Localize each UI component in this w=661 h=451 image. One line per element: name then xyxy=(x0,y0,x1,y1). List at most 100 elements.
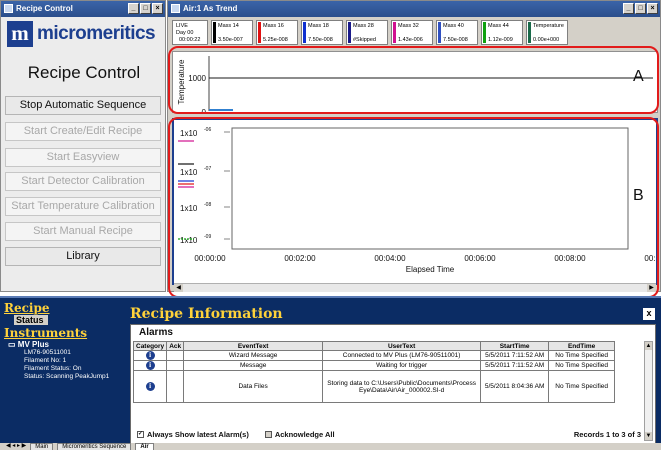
recipe-button-5[interactable]: Start Manual Recipe xyxy=(5,222,161,241)
acknowledge-all-label[interactable]: Acknowledge All xyxy=(275,430,335,439)
legend-swatch xyxy=(348,22,351,43)
info-icon: i xyxy=(145,361,155,370)
recipe-button-4[interactable]: Start Temperature Calibration xyxy=(5,197,161,216)
event-text-cell: Wizard Message xyxy=(183,350,324,361)
tab-main[interactable]: Main xyxy=(30,443,54,450)
column-header[interactable]: StartTime xyxy=(480,341,550,351)
acknowledge-all-checkbox[interactable] xyxy=(264,431,272,438)
nav-status-item[interactable]: Status xyxy=(14,315,48,325)
trend-app-icon xyxy=(171,4,180,13)
close-icon[interactable]: x xyxy=(643,308,655,320)
filament-status: Filament Status: On xyxy=(24,365,82,372)
event-text-cell: Data Files xyxy=(183,370,324,403)
column-header[interactable]: Category xyxy=(132,341,168,351)
recipe-button-6[interactable]: Library xyxy=(5,247,161,266)
instrument-id: LM76-90511001 xyxy=(24,349,71,356)
trend-legend: LIVE Day 00 00:00:22 Mass 14 3.50e-007 Mass 1… xyxy=(172,20,658,47)
legend-value: 7.50e-008 xyxy=(443,36,468,43)
ack-cell xyxy=(166,360,185,371)
tab-micromeritics-sequence[interactable]: Micromeritics Sequence xyxy=(57,443,132,450)
maximize-button[interactable]: □ xyxy=(140,3,151,14)
app-icon xyxy=(4,4,13,13)
instrument-name[interactable]: ▭ MV Plus xyxy=(8,340,126,349)
legend-value: 00:00:22 xyxy=(179,36,201,43)
legend-item-3[interactable]: Mass 18 7.50e-008 xyxy=(301,20,343,45)
legend-swatch xyxy=(438,22,441,43)
recipe-information-panel: Recipe Status Instruments ▭ MV Plus LM76… xyxy=(0,296,661,450)
instrument-name-label: MV Plus xyxy=(17,340,49,349)
column-header[interactable]: Ack xyxy=(166,341,185,351)
sheet-tab-bar: ◀ ◂ ▸ ▶ Main Micromeritics Sequence Air xyxy=(0,443,661,450)
trend-window-title: Air:1 As Trend xyxy=(183,4,238,13)
table-row[interactable]: i Message Waiting for trigger 5/5/2011 7:11… xyxy=(132,360,616,371)
scroll-down-arrow-icon[interactable]: ▼ xyxy=(645,432,652,440)
brand-name: micromeritics xyxy=(37,23,156,44)
legend-value: 7.50e-008 xyxy=(308,36,333,43)
table-row[interactable]: i Wizard Message Connected to MV Plus (LM7… xyxy=(132,350,616,361)
recipe-information-title: Recipe Information xyxy=(130,306,283,322)
callout-label-b: B xyxy=(633,187,644,204)
tab-air[interactable]: Air xyxy=(135,443,154,450)
user-text-cell: Waiting for trigger xyxy=(322,360,482,371)
tab-nav-arrows[interactable]: ◀ ◂ ▸ ▶ xyxy=(6,443,26,450)
alarms-heading: Alarms xyxy=(139,327,173,338)
scroll-up-arrow-icon[interactable]: ▲ xyxy=(645,342,652,350)
legend-label: Mass 44 xyxy=(488,23,509,29)
recipe-button-0[interactable]: Stop Automatic Sequence xyxy=(5,96,161,115)
callout-box-a xyxy=(168,46,659,114)
legend-item-7[interactable]: Mass 44 1.12e-009 xyxy=(481,20,523,45)
scan-status: Status: Scanning PeakJump1 xyxy=(24,373,110,380)
nav-recipe-link[interactable]: Recipe xyxy=(4,301,126,315)
records-count: Records 1 to 3 of 3 xyxy=(573,430,641,439)
event-text-cell: Message xyxy=(183,360,324,371)
minimize-button[interactable]: _ xyxy=(128,3,139,14)
filament-number: Filament No: 1 xyxy=(24,357,67,364)
vertical-scrollbar[interactable]: ▲ ▼ xyxy=(644,341,653,441)
recipe-button-2[interactable]: Start Easyview xyxy=(5,148,161,167)
legend-label: Mass 28 xyxy=(353,23,374,29)
trend-minimize-button[interactable]: _ xyxy=(623,3,634,14)
always-show-checkbox[interactable]: ✓ xyxy=(137,431,144,438)
legend-label: Mass 14 xyxy=(218,23,239,29)
ack-cell xyxy=(166,370,185,403)
recipe-control-window-title: Recipe Control xyxy=(16,4,73,13)
trend-maximize-button[interactable]: □ xyxy=(635,3,646,14)
column-header[interactable]: UserText xyxy=(322,341,482,351)
callout-label-a: A xyxy=(633,68,644,85)
recipe-control-heading: Recipe Control xyxy=(27,63,141,82)
end-time-cell: No Time Specified xyxy=(548,370,616,403)
category-cell: i xyxy=(132,360,168,371)
nav-instruments-link[interactable]: Instruments xyxy=(4,326,126,340)
recipe-control-titlebar[interactable]: Recipe Control _ □ × xyxy=(1,1,165,17)
start-time-cell: 5/5/2011 8:04:36 AM xyxy=(480,370,550,403)
start-time-cell: 5/5/2011 7:11:52 AM xyxy=(480,350,550,361)
recipe-button-1[interactable]: Start Create/Edit Recipe xyxy=(5,122,161,141)
legend-swatch xyxy=(528,22,531,43)
legend-item-4[interactable]: Mass 28 #Skipped xyxy=(346,20,388,45)
legend-item-8[interactable]: Temperature 0.00e+000 xyxy=(526,20,568,45)
legend-swatch xyxy=(213,22,216,43)
table-row[interactable]: i Data Files Storing data to C:\Users\Publ… xyxy=(132,370,616,403)
trend-titlebar[interactable]: Air:1 As Trend _ □ × xyxy=(168,1,660,17)
micromeritics-logo: m micromeritics xyxy=(7,21,162,51)
trend-close-button[interactable]: × xyxy=(647,3,658,14)
column-header[interactable]: EventText xyxy=(183,341,324,351)
legend-label: Temperature xyxy=(533,23,564,29)
legend-item-2[interactable]: Mass 16 5.25e-008 xyxy=(256,20,298,45)
recipe-button-3[interactable]: Start Detector Calibration xyxy=(5,172,161,191)
close-button[interactable]: × xyxy=(152,3,163,14)
always-show-label: Always Show latest Alarm(s) xyxy=(147,430,249,439)
column-header[interactable]: EndTime xyxy=(548,341,616,351)
info-icon: i xyxy=(145,382,155,391)
legend-label: Mass 16 xyxy=(263,23,284,29)
legend-item-6[interactable]: Mass 40 7.50e-008 xyxy=(436,20,478,45)
legend-swatch xyxy=(303,22,306,43)
legend-value: 3.50e-007 xyxy=(218,36,243,43)
legend-swatch xyxy=(393,22,396,43)
instrument-icon: ▭ xyxy=(8,340,18,349)
legend-item-1[interactable]: Mass 14 3.50e-007 xyxy=(211,20,253,45)
legend-item-5[interactable]: Mass 32 1.43e-006 xyxy=(391,20,433,45)
legend-item-0[interactable]: LIVE Day 00 00:00:22 xyxy=(172,20,208,45)
legend-value: 1.43e-006 xyxy=(398,36,423,43)
user-text-cell: Storing data to C:\Users\Public\Document… xyxy=(322,370,482,403)
